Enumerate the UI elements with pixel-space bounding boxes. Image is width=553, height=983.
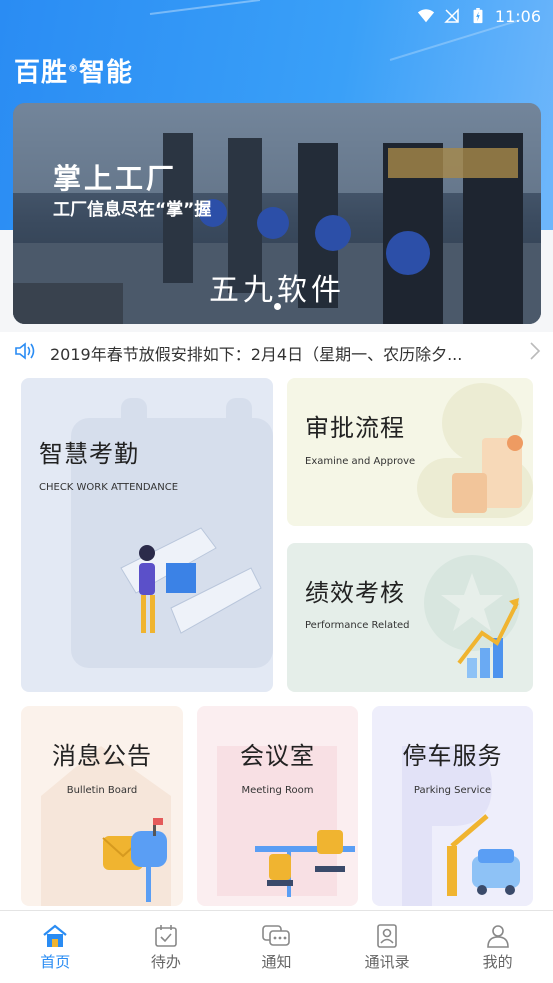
performance-title: 绩效考核 [305,579,405,607]
approve-subtitle: Examine and Approve [305,456,416,467]
carousel-dot-active[interactable] [273,303,281,310]
tab-home-label: 首页 [40,953,71,971]
banner-title: 掌上工厂 [53,162,178,195]
logo-text: 百胜 [14,58,69,88]
parking-subtitle: Parking Service [413,785,492,796]
battery-charging-icon [473,8,483,24]
tab-contacts[interactable]: 通讯录 [332,911,443,983]
attendance-card[interactable]: 智慧考勤 CHECK WORK ATTENDANCE [21,378,273,692]
tab-todo[interactable]: 待办 [111,911,222,983]
tab-me[interactable]: 我的 [442,911,553,983]
attendance-subtitle: CHECK WORK ATTENDANCE [39,482,179,493]
chat-bubble-icon [262,925,291,946]
attendance-title: 智慧考勤 [39,440,139,468]
tab-me-label: 我的 [482,953,513,971]
meeting-title: 会议室 [240,742,315,770]
turnstile-illustration [71,398,273,668]
parking-card[interactable]: 停车服务 Parking Service [372,706,533,906]
carousel-indicator [13,303,541,310]
tab-todo-label: 待办 [150,953,181,971]
bottom-tab-bar: 首页 待办 通知 通讯录 我的 [0,910,553,983]
app-logo: 百胜®智能 [14,52,133,89]
meeting-subtitle: Meeting Room [241,785,314,796]
home-icon [43,924,67,947]
approve-title: 审批流程 [305,414,405,442]
contacts-icon [377,924,397,948]
logo-suffix: 智能 [79,58,134,88]
feature-grid: 智慧考勤 CHECK WORK ATTENDANCE 审批流程 Examine … [0,370,553,910]
notice-bar[interactable]: 2019年春节放假安排如下：2月4日（星期一、农历除夕... [0,332,553,370]
growth-chart-illustration [424,555,520,678]
speaker-icon [15,342,35,360]
performance-card[interactable]: 绩效考核 Performance Related [287,543,533,692]
no-signal-icon [444,8,459,23]
tab-notify-label: 通知 [261,953,292,971]
notice-text[interactable]: 2019年春节放假安排如下：2月4日（星期一、农历除夕... [50,341,515,365]
banner-subtitle: 工厂信息尽在“掌”握 [53,200,212,220]
calendar-check-icon [155,925,177,947]
performance-subtitle: Performance Related [305,620,410,631]
registered-mark: ® [68,63,80,75]
bulletin-card[interactable]: 消息公告 Bulletin Board [21,706,183,906]
approve-card[interactable]: 审批流程 Examine and Approve [287,378,533,526]
wifi-icon [417,9,434,23]
bulletin-subtitle: Bulletin Board [66,785,138,796]
parking-title: 停车服务 [402,742,503,770]
banner-carousel[interactable]: 掌上工厂 工厂信息尽在“掌”握 五九软件 [13,103,541,324]
chevron-right-icon[interactable] [529,341,541,361]
bulletin-title: 消息公告 [52,742,152,770]
tab-contacts-label: 通讯录 [364,953,410,971]
tab-home[interactable]: 首页 [0,911,111,983]
user-icon [486,925,509,948]
scroll-document-illustration [417,383,533,518]
meeting-card[interactable]: 会议室 Meeting Room [197,706,358,906]
status-bar: 11:06 [0,0,553,32]
clock: 11:06 [494,6,541,26]
tab-notify[interactable]: 通知 [221,911,332,983]
